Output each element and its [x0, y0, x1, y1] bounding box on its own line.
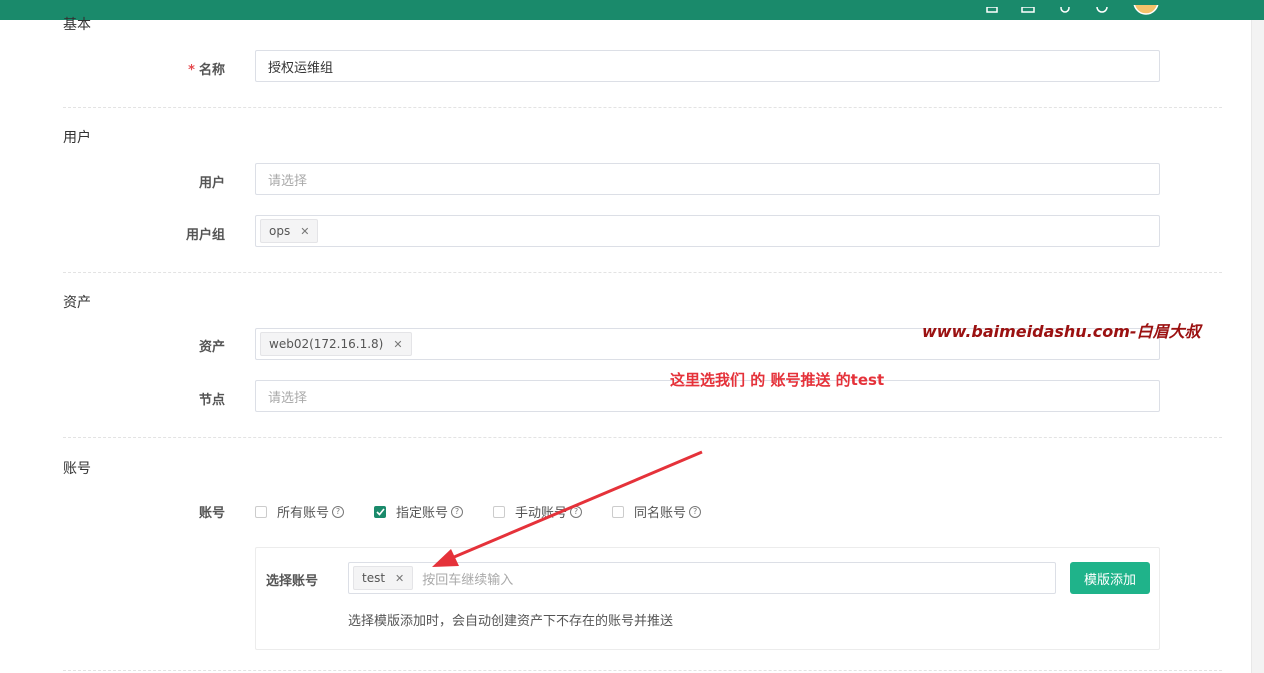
checkbox-label: 同名账号	[634, 506, 687, 521]
checkbox-manual-accounts[interactable]: 手动账号 ?	[493, 502, 583, 521]
user-groups-label: 用户组	[185, 228, 225, 243]
account-tag: test ✕	[353, 566, 414, 590]
divider	[63, 107, 1222, 108]
section-asset-title: 资产	[63, 295, 91, 311]
name-input[interactable]: 授权运维组	[255, 50, 1160, 82]
scrollbar[interactable]	[1251, 20, 1264, 673]
settings-icon[interactable]	[1058, 0, 1072, 13]
help-icon[interactable]: ?	[332, 505, 345, 518]
help-icon[interactable]: ?	[451, 505, 464, 518]
checkbox-specified-accounts[interactable]: 指定账号 ?	[374, 502, 464, 521]
name-input-value: 授权运维组	[268, 60, 334, 76]
remove-tag-icon[interactable]: ✕	[395, 572, 404, 585]
name-label: * 名称	[105, 59, 225, 78]
assets-label: 资产	[198, 340, 225, 355]
checkbox-label: 指定账号	[396, 506, 449, 521]
account-tag-text: test	[362, 571, 386, 585]
user-group-tag: ops ✕	[260, 219, 319, 243]
required-mark: *	[188, 63, 195, 78]
select-account-placeholder: 按回车继续输入	[422, 572, 514, 588]
asset-tag: web02(172.16.1.8) ✕	[260, 332, 412, 356]
users-label: 用户	[198, 176, 225, 191]
asset-tag-text: web02(172.16.1.8)	[269, 337, 384, 351]
remove-tag-icon[interactable]: ✕	[300, 225, 309, 238]
watermark: www.baimeidashu.com-白眉大叔	[922, 322, 1201, 341]
message-icon[interactable]	[1021, 0, 1035, 13]
select-account-input[interactable]: test ✕ 按回车继续输入	[348, 562, 1056, 594]
section-basic-title: 基本	[63, 17, 91, 33]
checkbox-box[interactable]	[255, 505, 267, 518]
remove-tag-icon[interactable]: ✕	[393, 338, 402, 351]
annotation-text: 这里选我们 的 账号推送 的test	[670, 371, 885, 389]
checkbox-box[interactable]	[493, 505, 506, 518]
checkbox-box[interactable]	[612, 505, 625, 518]
check-icon	[375, 507, 385, 516]
select-account-label: 选择账号	[266, 574, 319, 589]
help-icon[interactable]: ?	[570, 505, 583, 518]
user-groups-select[interactable]: ops ✕	[255, 215, 1160, 247]
help-icon[interactable]: ?	[689, 505, 702, 518]
divider	[63, 437, 1222, 438]
bell-icon[interactable]	[985, 0, 999, 13]
nodes-label: 节点	[198, 393, 225, 408]
template-add-button[interactable]: 模版添加	[1070, 562, 1150, 594]
users-select-placeholder: 请选择	[268, 173, 308, 189]
help-icon[interactable]	[1095, 0, 1109, 13]
account-options: 所有账号 ? 指定账号 ? 手动账号 ? 同名账号 ?	[255, 502, 731, 521]
top-navbar	[0, 0, 1264, 20]
checkbox-label: 手动账号	[515, 506, 568, 521]
section-account-title: 账号	[63, 461, 91, 477]
name-label-text: 名称	[198, 63, 225, 78]
checkbox-same-name-accounts[interactable]: 同名账号 ?	[612, 502, 702, 521]
divider	[63, 272, 1222, 273]
select-account-hint: 选择模版添加时，会自动创建资产下不存在的账号并推送	[348, 614, 674, 629]
users-select[interactable]: 请选择	[255, 163, 1160, 195]
checkbox-box[interactable]	[374, 505, 387, 518]
divider	[63, 670, 1222, 671]
checkbox-all-accounts[interactable]: 所有账号 ?	[255, 502, 345, 521]
section-user-title: 用户	[63, 130, 91, 146]
avatar[interactable]	[1133, 0, 1159, 15]
accounts-label: 账号	[198, 506, 225, 521]
checkbox-label: 所有账号	[277, 506, 330, 521]
nodes-select-placeholder: 请选择	[268, 390, 308, 406]
user-group-tag-text: ops	[269, 224, 291, 238]
